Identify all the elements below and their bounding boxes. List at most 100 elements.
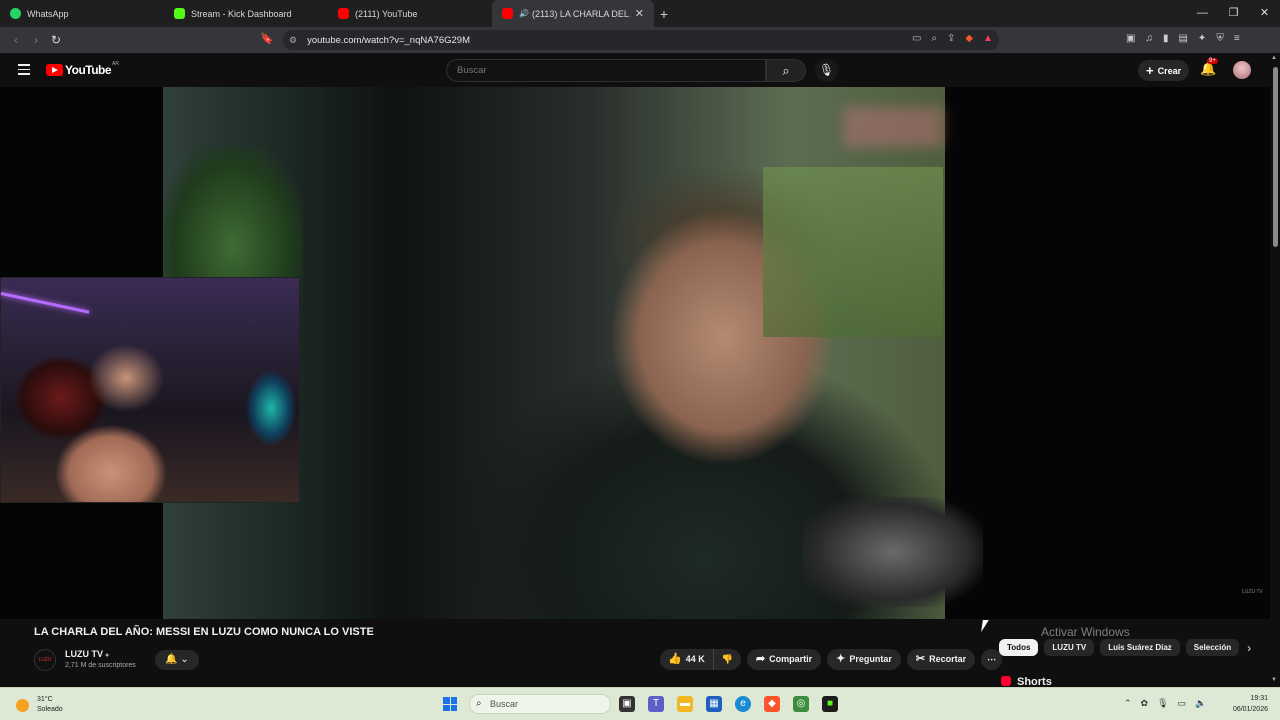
tab-youtube[interactable]: (2111) YouTube xyxy=(328,0,492,27)
create-button[interactable]: + Crear xyxy=(1138,60,1190,81)
bookmark-icon[interactable]: 🔖 xyxy=(260,32,274,45)
edge-icon[interactable]: e xyxy=(735,696,751,712)
extensions-icon[interactable]: ✦ xyxy=(1198,33,1206,44)
channel-avatar[interactable]: LUZU xyxy=(34,649,56,671)
dislike-button[interactable]: 👎 xyxy=(714,649,741,670)
hamburger-menu-icon[interactable] xyxy=(18,64,30,78)
speaker-icon[interactable]: 🔊 xyxy=(519,9,529,18)
close-window-button[interactable]: ✕ xyxy=(1249,0,1280,27)
share-icon: ➦ xyxy=(755,653,766,665)
region-code: AR xyxy=(112,61,119,67)
youtube-logo[interactable]: YouTube AR xyxy=(46,61,119,77)
restore-button[interactable]: ❐ xyxy=(1218,0,1249,27)
chevron-up-icon[interactable]: ⌃ xyxy=(1124,698,1132,709)
scissors-icon: ✂ xyxy=(915,653,926,665)
clock-date: 06/01/2026 xyxy=(1232,706,1268,713)
like-dislike-group: 👍 44 K 👎 xyxy=(660,649,741,670)
video-background-banner xyxy=(843,107,943,147)
search-button[interactable]: ⌕ xyxy=(766,59,806,82)
streamer-webcam-overlay xyxy=(0,277,300,503)
media-icon[interactable]: ♫ xyxy=(1145,33,1153,44)
youtube-header: YouTube AR Buscar ⌕ 🎙 + Crear 🔔 9+ xyxy=(0,53,1280,87)
browser-tab-strip: WhatsApp Stream - Kick Dashboard (2111) … xyxy=(0,0,1280,27)
subscribed-bell-button[interactable]: 🔔 ⌄ xyxy=(155,650,199,670)
microphone-icon[interactable]: 🎙 xyxy=(1157,698,1168,709)
scrollbar-thumb[interactable] xyxy=(1273,67,1278,247)
whatsapp-icon xyxy=(10,8,21,19)
menu-icon[interactable]: ≡ xyxy=(1234,33,1240,44)
chip-luzu-tv[interactable]: LUZU TV xyxy=(1044,639,1095,656)
notifications-button[interactable]: 🔔 9+ xyxy=(1200,58,1218,77)
tab-label: (2111) YouTube xyxy=(355,8,418,19)
like-count: 44 K xyxy=(685,654,705,664)
youtube-play-icon xyxy=(46,64,63,76)
network-icon[interactable]: ▭ xyxy=(1178,698,1187,709)
teams-icon[interactable]: T xyxy=(648,696,664,712)
reload-icon[interactable]: ↻ xyxy=(46,33,66,47)
tab-label: WhatsApp xyxy=(27,8,69,19)
search-input[interactable]: Buscar xyxy=(446,59,766,82)
video-watermark: LUZU TV xyxy=(1242,589,1263,595)
new-tab-button[interactable]: + xyxy=(654,6,674,22)
tab-youtube-video[interactable]: 🔊 (2113) LA CHARLA DEL AÑO ✕ xyxy=(492,0,654,27)
weather-condition: Soleado xyxy=(37,706,63,713)
scroll-down-icon[interactable]: ▼ xyxy=(1271,677,1277,683)
video-actions: 👍 44 K 👎 ➦ Compartir ✦ Preguntar ✂ Recortar … xyxy=(660,649,1003,670)
scroll-up-icon[interactable]: ▲ xyxy=(1271,55,1277,61)
file-explorer-icon[interactable]: ▬ xyxy=(677,696,693,712)
page-scrollbar[interactable]: ▲ ▼ xyxy=(1270,53,1280,687)
weather-text: 31°C Soleado xyxy=(37,695,63,715)
chevron-right-icon[interactable]: › xyxy=(1247,641,1251,655)
minimize-button[interactable]: — xyxy=(1187,0,1218,27)
tab-kick-dashboard[interactable]: Stream - Kick Dashboard xyxy=(164,0,328,27)
back-icon[interactable]: ‹ xyxy=(6,33,26,47)
mouse-cursor-icon xyxy=(981,620,989,632)
system-clock[interactable]: 19:31 06/01/2026 xyxy=(1225,693,1268,715)
volume-icon[interactable]: 🔈 xyxy=(1195,698,1206,709)
zoom-icon[interactable]: ⌕ xyxy=(931,33,937,44)
account-avatar[interactable] xyxy=(1233,61,1251,79)
share-icon[interactable]: ⇪ xyxy=(947,33,955,44)
like-button[interactable]: 👍 44 K xyxy=(660,649,714,670)
chip-luis-suarez[interactable]: Luis Suárez Díaz xyxy=(1100,639,1180,656)
forward-icon[interactable]: › xyxy=(26,33,46,47)
taskbar-search-input[interactable]: ⌕ Buscar xyxy=(469,694,611,714)
antivirus-icon[interactable]: ✿ xyxy=(1141,698,1149,709)
channel-name-text[interactable]: LUZU TV xyxy=(65,649,103,659)
logo-text: YouTube xyxy=(65,63,112,77)
store-icon[interactable]: ▦ xyxy=(706,696,722,712)
site-info-icon[interactable]: ⚙ xyxy=(289,35,297,46)
channel-name[interactable]: LUZU TV ● xyxy=(65,649,109,659)
wallet-icon[interactable]: ▣ xyxy=(1126,33,1135,44)
clip-button[interactable]: ✂ Recortar xyxy=(906,649,976,670)
reader-icon[interactable]: ▤ xyxy=(1178,33,1187,44)
chip-seleccion[interactable]: Selección xyxy=(1185,639,1240,656)
vpn-icon[interactable]: ⛨ xyxy=(1216,33,1224,44)
close-tab-icon[interactable]: ✕ xyxy=(635,7,644,20)
brave-browser-icon[interactable]: ◆ xyxy=(764,696,780,712)
youtube-icon xyxy=(502,8,513,19)
task-view-icon[interactable]: ▣ xyxy=(619,696,635,712)
address-bar[interactable]: ⚙ youtube.com/watch?v=_nqNA76G29M ▭ ⌕ ⇪ … xyxy=(283,30,999,50)
weather-widget[interactable]: 31°C Soleado xyxy=(16,695,63,715)
obs-green-app-icon[interactable]: ◎ xyxy=(793,696,809,712)
video-sofa xyxy=(803,497,983,607)
sidebar-icon[interactable]: ▮ xyxy=(1163,33,1169,44)
taskbar-search-placeholder: Buscar xyxy=(490,699,519,709)
brave-shields-icon[interactable]: ◆ xyxy=(965,33,973,44)
kick-app-icon[interactable]: ■ xyxy=(822,696,838,712)
windows-start-icon[interactable] xyxy=(443,697,457,711)
ask-button[interactable]: ✦ Preguntar xyxy=(827,649,901,670)
chip-all[interactable]: Todos xyxy=(999,639,1039,656)
brave-rewards-icon[interactable]: ▲ xyxy=(983,33,993,44)
windows-taskbar: 31°C Soleado ⌕ Buscar ▣ T ▬ ▦ e ◆ ◎ ■ ⌃ ✿… xyxy=(0,687,1280,720)
clock-time: 19:31 xyxy=(1250,695,1268,702)
share-button[interactable]: ➦ Compartir xyxy=(746,649,822,670)
voice-search-button[interactable]: 🎙 xyxy=(815,59,838,82)
cast-icon[interactable]: ▭ xyxy=(912,33,921,44)
thumbs-up-icon: 👍 xyxy=(668,653,682,665)
tab-whatsapp[interactable]: WhatsApp xyxy=(0,0,164,27)
activate-windows-watermark: Activar Windows xyxy=(1041,625,1130,639)
url-text[interactable]: youtube.com/watch?v=_nqNA76G29M xyxy=(307,35,470,46)
video-player[interactable]: LUZU TV xyxy=(0,87,1270,619)
